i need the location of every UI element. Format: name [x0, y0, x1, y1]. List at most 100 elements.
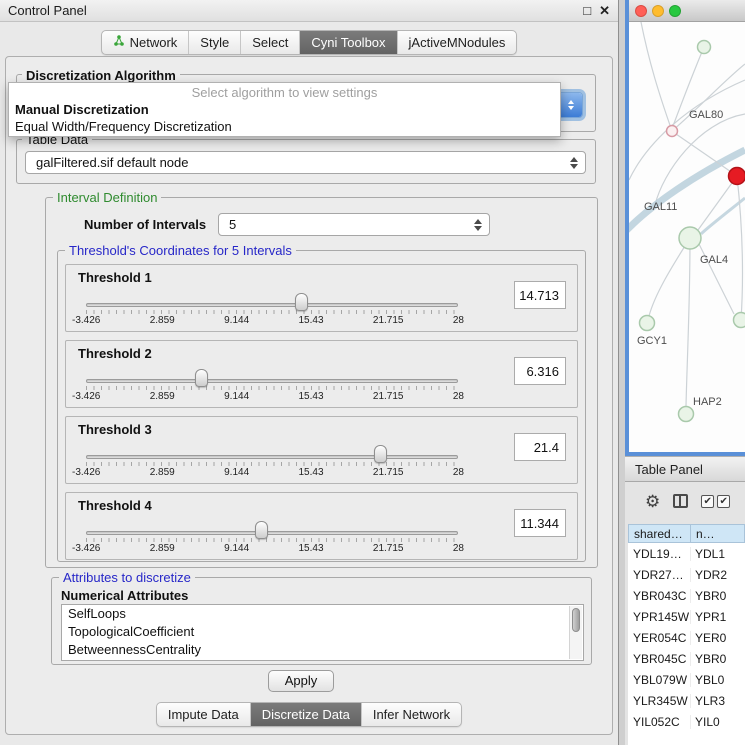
tab-impute-data[interactable]: Impute Data	[157, 703, 250, 726]
threshold-4-slider-track[interactable]	[86, 531, 458, 535]
cell: YPR1	[691, 610, 745, 624]
threshold-3-value-field[interactable]	[514, 433, 566, 461]
list-item[interactable]: SelfLoops	[62, 605, 583, 623]
algorithm-group-label: Discretization Algorithm	[22, 68, 180, 83]
apply-button[interactable]: Apply	[268, 670, 334, 692]
columns-icon[interactable]	[673, 494, 688, 508]
scale-tick: 21.715	[373, 391, 404, 402]
threshold-coordinates-label: Threshold's Coordinates for 5 Intervals	[65, 243, 296, 258]
number-of-intervals-combo[interactable]: 5	[218, 213, 490, 236]
control-panel-titlebar: Control Panel □ ✕	[0, 0, 618, 22]
selection-icons: ✔ ✔	[701, 495, 730, 508]
threshold-3-slider-track[interactable]	[86, 455, 458, 459]
table-row[interactable]: YIL052C YIL0	[628, 711, 745, 732]
cyni-bottom-tabs: Impute Data Discretize Data Infer Networ…	[156, 702, 462, 727]
numerical-attributes-label: Numerical Attributes	[61, 588, 188, 603]
table-row[interactable]: YDR27… YDR2	[628, 564, 745, 585]
tab-infer-network[interactable]: Infer Network	[361, 703, 461, 726]
threshold-3-label: Threshold 3	[78, 422, 152, 437]
screen: Control Panel □ ✕	[0, 0, 745, 745]
node-label-gal80: GAL80	[689, 109, 723, 121]
scale-tick: 2.859	[150, 315, 175, 326]
threshold-2-label: Threshold 2	[78, 346, 152, 361]
cell: YBR043C	[628, 589, 691, 603]
network-node-hap2[interactable]	[679, 407, 694, 422]
gear-icon[interactable]: ⚙	[645, 493, 660, 510]
threshold-1-slider-track[interactable]	[86, 303, 458, 307]
algorithm-dropdown: Select algorithm to view settings Manual…	[8, 82, 561, 137]
table-row[interactable]: YDL19… YDL1	[628, 543, 745, 564]
number-of-intervals-value: 5	[229, 217, 236, 232]
list-item[interactable]: BetweennessCentrality	[62, 641, 583, 659]
threshold-2-slider-handle[interactable]	[195, 369, 208, 387]
float-icon[interactable]: □	[583, 4, 591, 17]
slider-ticks	[86, 310, 460, 314]
node-label-hap2: HAP2	[693, 396, 722, 408]
close-icon[interactable]: ✕	[599, 4, 610, 17]
table-row[interactable]: YBL079W YBL0	[628, 669, 745, 690]
network-node-selected[interactable]	[729, 168, 745, 185]
network-node-gcy1[interactable]	[640, 316, 655, 331]
tab-select[interactable]: Select	[240, 31, 299, 54]
minimize-traffic-icon[interactable]	[652, 5, 664, 17]
network-tab-icon	[113, 35, 125, 50]
table-panel-title: Table Panel	[635, 462, 703, 477]
tab-discretize-data[interactable]: Discretize Data	[250, 703, 361, 726]
table-row[interactable]: YLR345W YLR3	[628, 690, 745, 711]
close-traffic-icon[interactable]	[635, 5, 647, 17]
cell: YER0	[691, 631, 745, 645]
network-window-titlebar	[629, 0, 745, 22]
table-row[interactable]: YBR043C YBR0	[628, 585, 745, 606]
tab-jactivemnodules[interactable]: jActiveMNodules	[397, 31, 517, 54]
scale-tick: 9.144	[224, 543, 249, 554]
threshold-3-slider-handle[interactable]	[374, 445, 387, 463]
scale-tick: 2.859	[150, 543, 175, 554]
option-equal-width-frequency[interactable]: Equal Width/Frequency Discretization	[9, 118, 560, 135]
select-all-icon[interactable]: ✔	[701, 495, 714, 508]
network-window: GAL80 GAL11 GAL4 GCY1 HAP2	[625, 0, 745, 456]
attributes-scrollbar[interactable]	[569, 606, 582, 659]
tab-select-label: Select	[252, 35, 288, 50]
network-node-gal4[interactable]	[679, 227, 701, 249]
network-node[interactable]	[734, 313, 745, 328]
scrollbar-thumb[interactable]	[572, 608, 580, 632]
column-header-name[interactable]: n…	[691, 524, 745, 543]
threshold-2-value-field[interactable]	[514, 357, 566, 385]
threshold-4-label: Threshold 4	[78, 498, 152, 513]
tab-network[interactable]: Network	[102, 31, 189, 54]
zoom-traffic-icon[interactable]	[669, 5, 681, 17]
scale-tick: 15.43	[299, 391, 324, 402]
table-data-combo[interactable]: galFiltered.sif default node	[25, 151, 586, 174]
network-node-gal80[interactable]	[667, 126, 678, 137]
threshold-2-slider-track[interactable]	[86, 379, 458, 383]
tab-style[interactable]: Style	[188, 31, 240, 54]
slider-scale: -3.426 2.859 9.144 15.43 21.715 28	[72, 315, 464, 326]
table-row[interactable]: YBR045C YBR0	[628, 648, 745, 669]
panel-title: Control Panel	[8, 3, 87, 18]
column-header-shared-name[interactable]: shared…	[628, 524, 691, 543]
scale-tick: -3.426	[72, 543, 100, 554]
scale-tick: 9.144	[224, 315, 249, 326]
threshold-4-value-field[interactable]	[514, 509, 566, 537]
threshold-4-panel: Threshold 4 -3.426 2.859 9.144 15.43 21.…	[65, 492, 578, 560]
scale-tick: 15.43	[299, 315, 324, 326]
table-row[interactable]: YPR145W YPR1	[628, 606, 745, 627]
threshold-4-slider-handle[interactable]	[255, 521, 268, 539]
tab-cyni-toolbox[interactable]: Cyni Toolbox	[299, 31, 396, 54]
slider-scale: -3.426 2.859 9.144 15.43 21.715 28	[72, 543, 464, 554]
cell: YBL0	[691, 673, 745, 687]
slider-ticks	[86, 462, 460, 466]
network-canvas[interactable]: GAL80 GAL11 GAL4 GCY1 HAP2	[629, 22, 745, 452]
scale-tick: 28	[453, 467, 464, 478]
cell: YIL052C	[628, 715, 691, 729]
network-node[interactable]	[698, 41, 711, 54]
control-panel-tabs: Network Style Select Cyni Toolbox jActiv…	[101, 30, 518, 55]
table-row[interactable]: YER054C YER0	[628, 627, 745, 648]
option-manual-discretization[interactable]: Manual Discretization	[9, 101, 560, 118]
threshold-1-slider-handle[interactable]	[295, 293, 308, 311]
cell: YBR0	[691, 652, 745, 666]
threshold-1-value-field[interactable]	[514, 281, 566, 309]
cell: YER054C	[628, 631, 691, 645]
select-checked-icon[interactable]: ✔	[717, 495, 730, 508]
list-item[interactable]: TopologicalCoefficient	[62, 623, 583, 641]
